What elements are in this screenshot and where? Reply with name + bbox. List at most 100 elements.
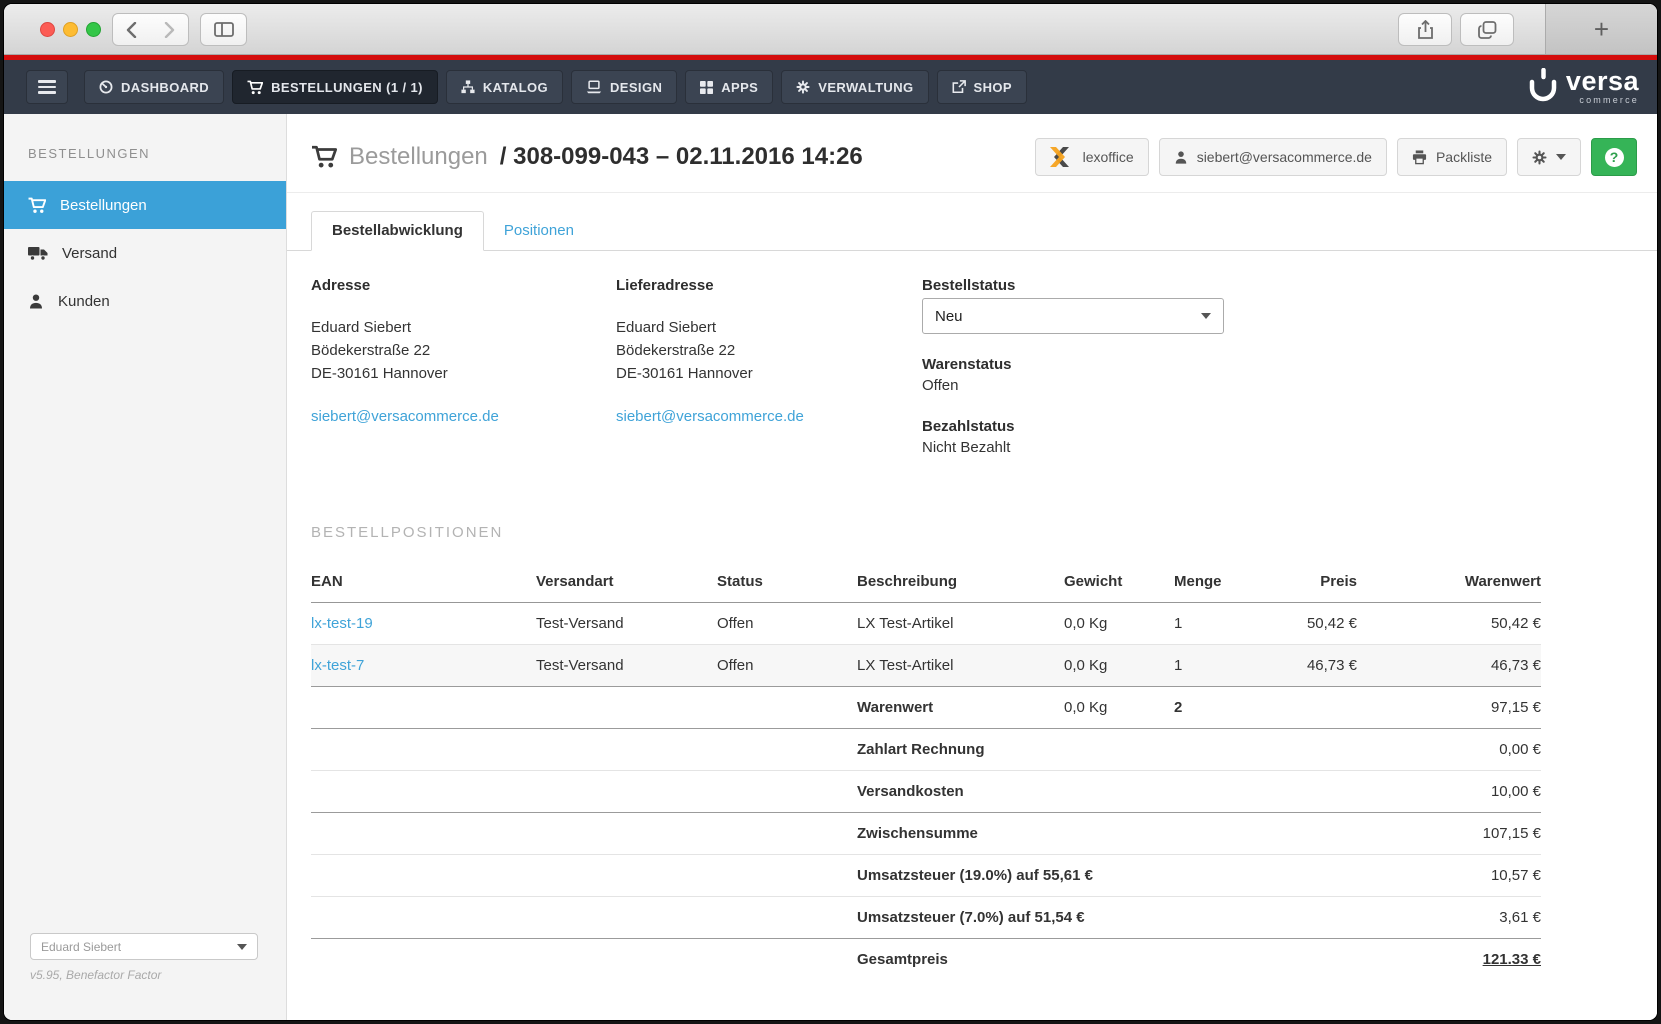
summary-row-zwischensumme: Zwischensumme 107,15 € — [311, 813, 1541, 855]
brand-subtitle: commerce — [1579, 96, 1639, 105]
nav-bestellungen[interactable]: BESTELLUNGEN (1 / 1) — [232, 70, 438, 104]
shipping-email-link[interactable]: siebert@versacommerce.de — [616, 408, 804, 425]
settings-dropdown-button[interactable] — [1517, 138, 1581, 176]
chevron-down-icon — [237, 944, 247, 950]
order-status-label: Bestellstatus — [922, 277, 1633, 294]
summary-row-zahlart: Zahlart Rechnung 0,00 € — [311, 729, 1541, 771]
browser-window: + DASHBOARD BESTELLUNGEN (1 / 1) KATALOG… — [4, 4, 1657, 1020]
main-navbar: DASHBOARD BESTELLUNGEN (1 / 1) KATALOG D… — [4, 60, 1657, 114]
main-content: Bestellungen / 308-099-043 – 02.11.2016 … — [287, 114, 1657, 1020]
sidebar-section-title: BESTELLUNGEN — [4, 114, 286, 181]
address-name: Eduard Siebert — [311, 316, 616, 339]
brand-name: versa — [1566, 68, 1639, 95]
nav-katalog[interactable]: KATALOG — [446, 70, 563, 104]
share-icon — [1417, 20, 1434, 40]
laptop-icon — [586, 80, 602, 94]
truck-icon — [28, 246, 48, 261]
col-gewicht: Gewicht — [1064, 563, 1174, 603]
goods-status-label: Warenstatus — [922, 356, 1633, 373]
user-select[interactable]: Eduard Siebert — [30, 933, 258, 960]
summary-row-ust19: Umsatzsteuer (19.0%) auf 55,61 € 10,57 € — [311, 855, 1541, 897]
question-circle-icon: ? — [1605, 148, 1624, 167]
nav-verwaltung[interactable]: VERWALTUNG — [781, 70, 928, 104]
grid-icon — [700, 81, 713, 94]
col-status: Status — [717, 563, 857, 603]
chevron-right-icon — [164, 22, 175, 38]
summary-row-gesamtpreis: Gesamtpreis 121.33 € — [311, 939, 1541, 981]
positions-table: EAN Versandart Status Beschreibung Gewic… — [311, 563, 1541, 980]
col-preis: Preis — [1244, 563, 1357, 603]
breadcrumb: Bestellungen — [349, 143, 488, 171]
tabs-icon — [1478, 21, 1497, 39]
shipping-address-label: Lieferadresse — [616, 277, 922, 294]
browser-back-button[interactable] — [112, 13, 151, 46]
sitemap-icon — [461, 80, 475, 94]
menu-toggle-button[interactable] — [26, 70, 68, 104]
sidebar-item-kunden[interactable]: Kunden — [4, 277, 286, 325]
col-menge: Menge — [1174, 563, 1244, 603]
table-row: lx-test-7 Test-Versand Offen LX Test-Art… — [311, 645, 1541, 687]
page-title: Bestellungen / 308-099-043 – 02.11.2016 … — [311, 143, 863, 171]
window-close-button[interactable] — [40, 22, 55, 37]
order-number-title: / 308-099-043 – 02.11.2016 14:26 — [500, 143, 863, 171]
tab-bestellabwicklung[interactable]: Bestellabwicklung — [311, 211, 484, 251]
versa-u-icon — [1527, 68, 1559, 106]
shipping-name: Eduard Siebert — [616, 316, 922, 339]
address-email-link[interactable]: siebert@versacommerce.de — [311, 408, 499, 425]
summary-row-warenwert: Warenwert 0,0 Kg 2 97,15 € — [311, 687, 1541, 729]
nav-design[interactable]: DESIGN — [571, 70, 677, 104]
col-warenwert: Warenwert — [1357, 563, 1541, 603]
customer-email-button[interactable]: siebert@versacommerce.de — [1159, 138, 1387, 176]
help-button[interactable]: ? — [1591, 138, 1637, 176]
window-zoom-button[interactable] — [86, 22, 101, 37]
gear-icon — [796, 80, 810, 94]
user-icon — [28, 293, 44, 310]
table-header-row: EAN Versandart Status Beschreibung Gewic… — [311, 563, 1541, 603]
order-status-select[interactable]: Neu — [922, 298, 1224, 334]
new-tab-button[interactable]: + — [1545, 4, 1657, 54]
nav-shop[interactable]: SHOP — [937, 70, 1027, 104]
ean-link[interactable]: lx-test-7 — [311, 657, 364, 674]
window-minimize-button[interactable] — [63, 22, 78, 37]
versacommerce-logo: versa commerce — [1527, 68, 1639, 106]
dashboard-icon — [99, 80, 113, 94]
shipping-address-block: Lieferadresse Eduard Siebert Bödekerstra… — [616, 277, 922, 480]
billing-address-block: Adresse Eduard Siebert Bödekerstraße 22 … — [311, 277, 616, 480]
col-ean: EAN — [311, 563, 536, 603]
detail-tabs: Bestellabwicklung Positionen — [287, 211, 1657, 251]
status-block: Bestellstatus Neu Warenstatus Offen Beza… — [922, 277, 1633, 480]
printer-icon — [1412, 150, 1427, 165]
lexoffice-button[interactable]: lexoffice — [1035, 138, 1149, 176]
tab-overview-button[interactable] — [1460, 13, 1514, 46]
sidebar-toggle-button[interactable] — [200, 13, 247, 46]
address-city: DE-30161 Hannover — [311, 362, 616, 385]
cart-icon — [247, 80, 263, 95]
lexoffice-icon — [1050, 147, 1074, 167]
sidebar-item-versand[interactable]: Versand — [4, 229, 286, 277]
shipping-street: Bödekerstraße 22 — [616, 339, 922, 362]
gear-icon — [1532, 150, 1547, 165]
sidebar: BESTELLUNGEN Bestellungen Versand Kunden… — [4, 114, 287, 1020]
address-label: Adresse — [311, 277, 616, 294]
packliste-button[interactable]: Packliste — [1397, 138, 1507, 176]
payment-status-label: Bezahlstatus — [922, 418, 1633, 435]
user-icon — [1174, 150, 1188, 165]
col-beschreibung: Beschreibung — [857, 563, 1064, 603]
browser-forward-button[interactable] — [150, 13, 189, 46]
sidebar-icon — [214, 22, 234, 37]
cart-icon — [28, 197, 46, 214]
ean-link[interactable]: lx-test-19 — [311, 615, 373, 632]
chevron-down-icon — [1556, 154, 1566, 160]
chevron-left-icon — [126, 22, 137, 38]
tab-positionen[interactable]: Positionen — [484, 212, 594, 250]
plus-icon: + — [1594, 14, 1609, 45]
col-versandart: Versandart — [536, 563, 717, 603]
positions-section-title: BESTELLPOSITIONEN — [287, 480, 1657, 541]
nav-dashboard[interactable]: DASHBOARD — [84, 70, 224, 104]
summary-row-ust7: Umsatzsteuer (7.0%) auf 51,54 € 3,61 € — [311, 897, 1541, 939]
goods-status-value: Offen — [922, 377, 1633, 394]
sidebar-item-bestellungen[interactable]: Bestellungen — [4, 181, 286, 229]
titlebar: + — [4, 4, 1657, 55]
share-button[interactable] — [1398, 13, 1452, 46]
nav-apps[interactable]: APPS — [685, 70, 773, 104]
